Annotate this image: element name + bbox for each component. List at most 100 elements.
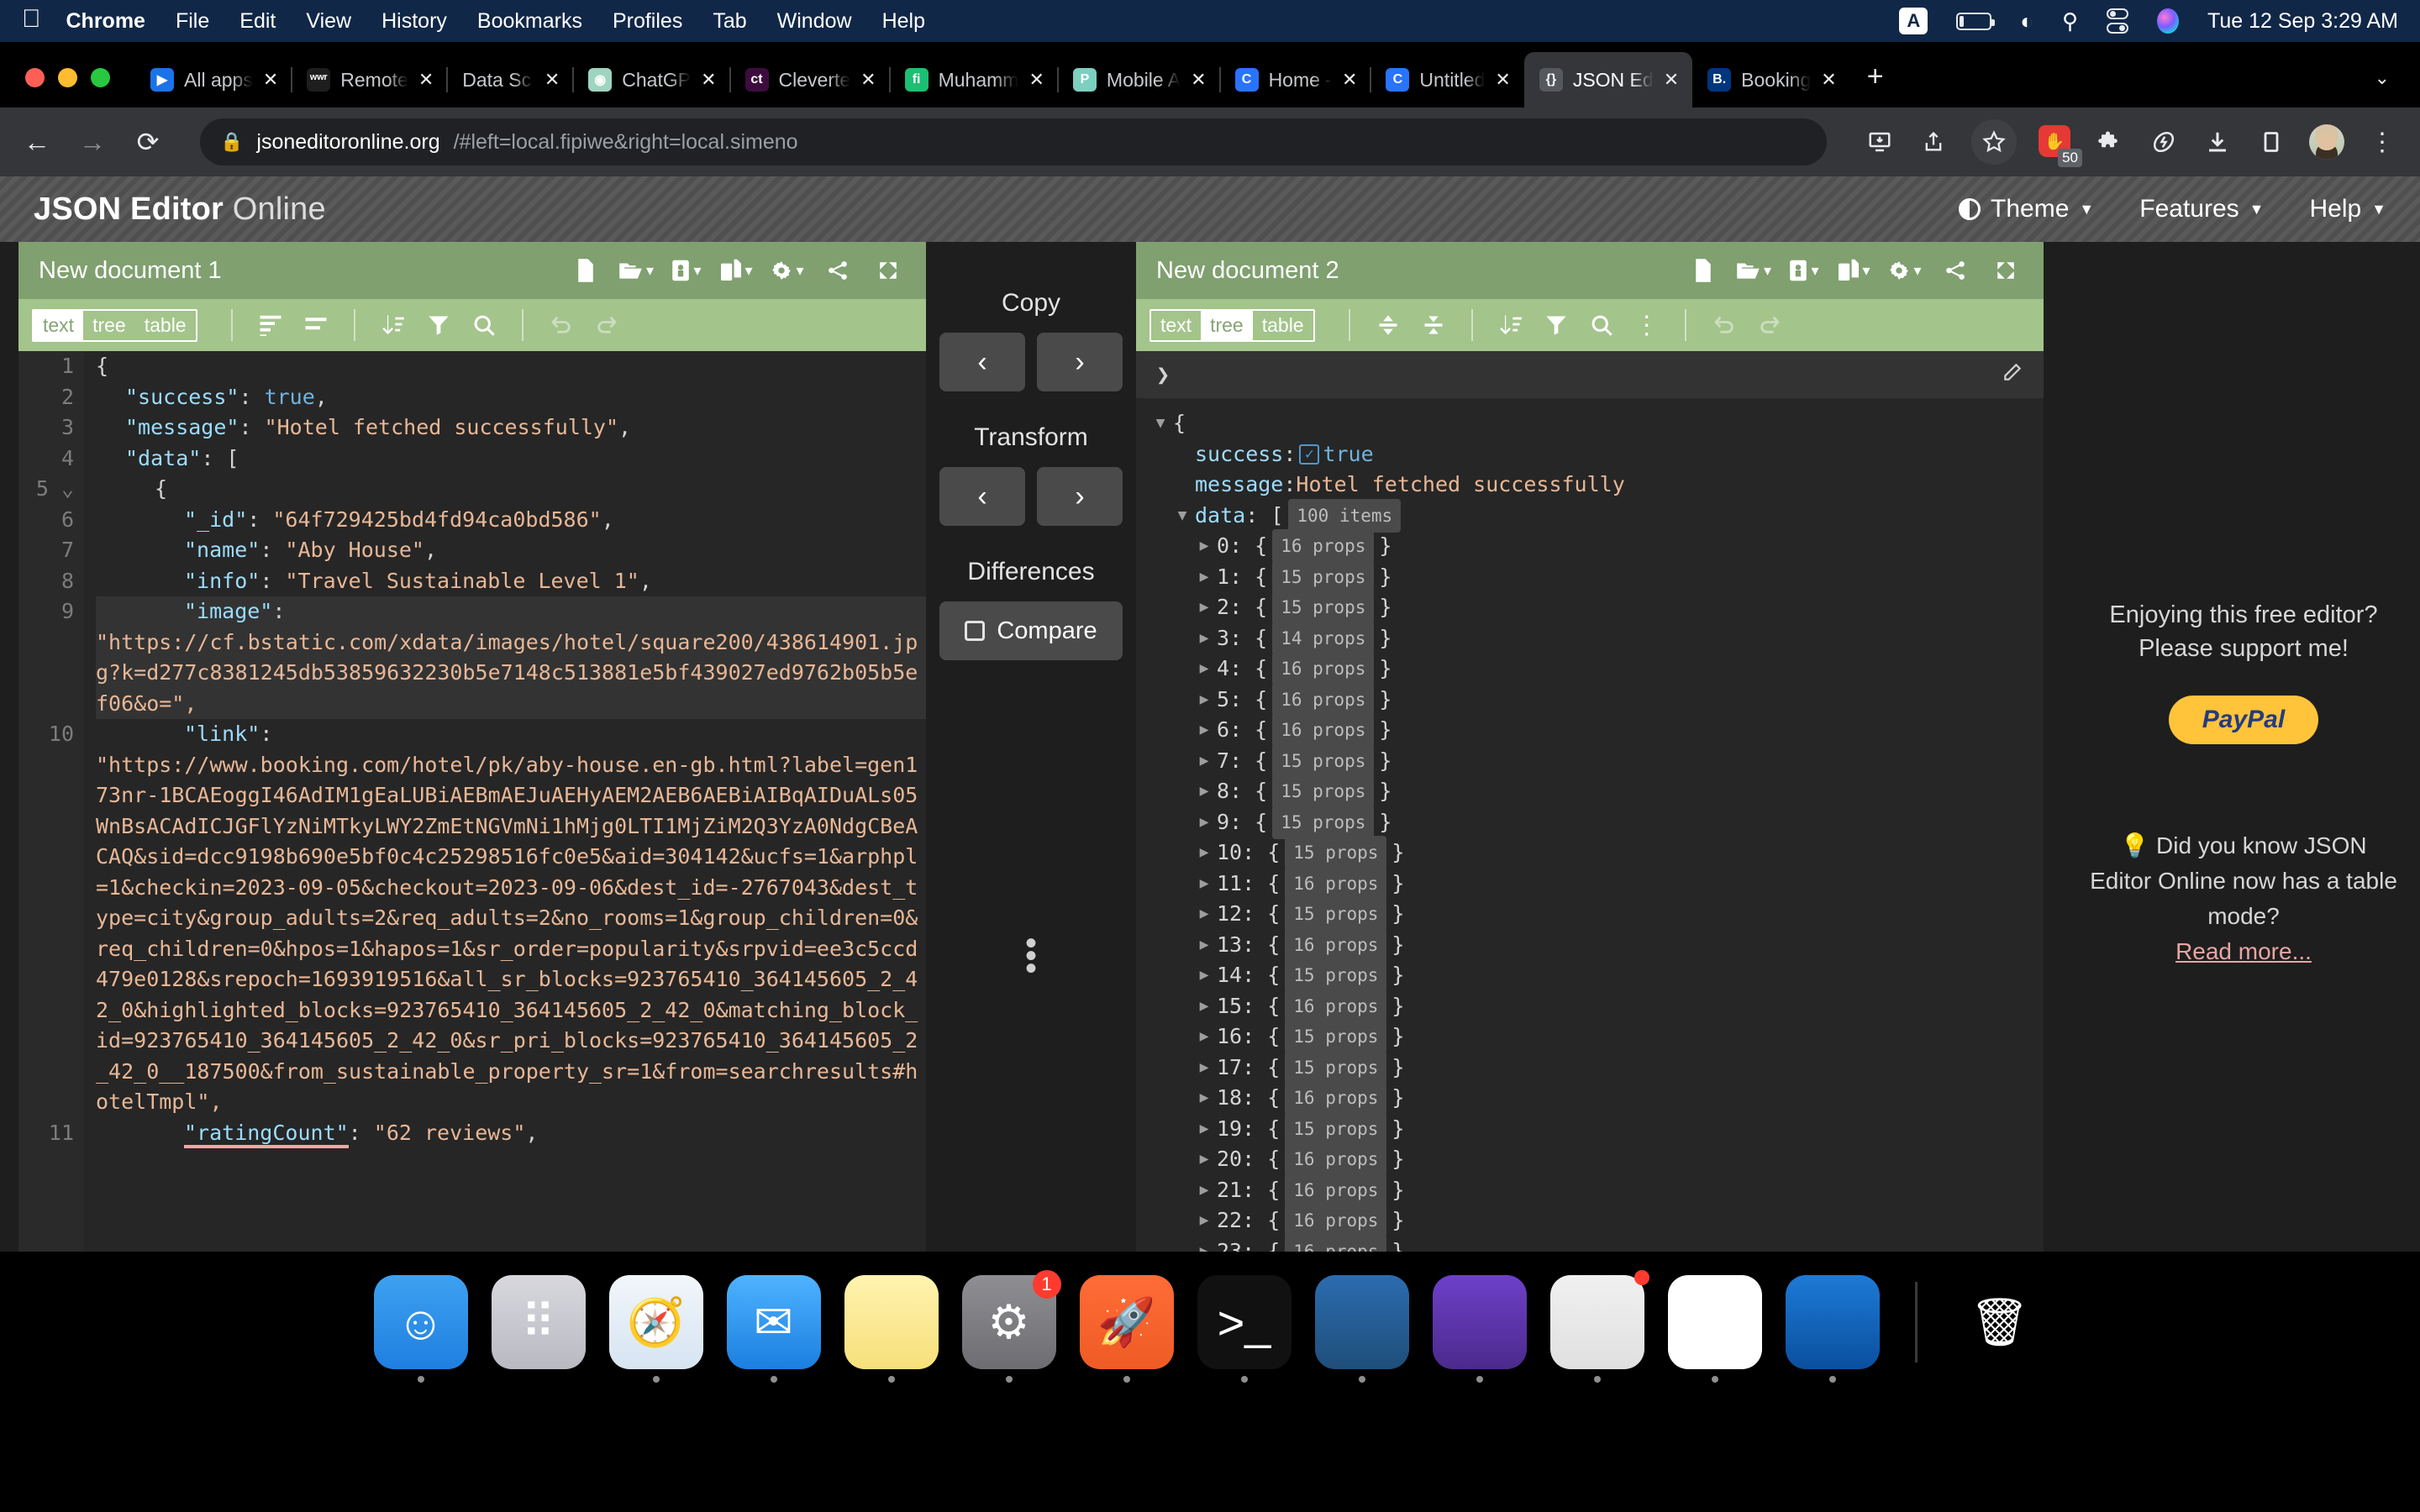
wifi-icon[interactable]: ◐︎ bbox=[2020, 8, 2033, 34]
left-document-title[interactable]: New document 1 bbox=[39, 257, 553, 285]
expand-icon[interactable] bbox=[871, 260, 906, 281]
share-icon[interactable] bbox=[1918, 126, 1949, 158]
expand-icon[interactable] bbox=[1988, 260, 2023, 281]
chevron-right-icon[interactable]: ▶ bbox=[1192, 531, 1217, 562]
open-folder-icon[interactable]: ▾ bbox=[1736, 260, 1771, 281]
tree-row-item[interactable]: ▶ 8 : {15 props} bbox=[1136, 774, 2044, 809]
copy-right-button[interactable]: › bbox=[1037, 333, 1123, 391]
maximize-window-button[interactable] bbox=[91, 68, 110, 87]
dock-item-xcode[interactable] bbox=[1785, 1275, 1880, 1383]
browser-tab[interactable]: P Mobile A ✕ bbox=[1056, 52, 1220, 108]
dock-item-safari[interactable]: 🧭 bbox=[608, 1275, 703, 1383]
forward-button[interactable]: → bbox=[77, 129, 108, 155]
dock-item-launchpad[interactable]: ⠿ bbox=[491, 1275, 586, 1369]
tree-row-item[interactable]: ▶ 9 : {15 props} bbox=[1136, 805, 2044, 839]
tree-row-item[interactable]: ▶ 13 : {16 props} bbox=[1136, 927, 2044, 962]
menu-file[interactable]: File bbox=[176, 9, 209, 34]
edit-icon[interactable] bbox=[2002, 361, 2023, 389]
chevron-right-icon[interactable]: ▶ bbox=[1192, 1205, 1217, 1236]
open-folder-icon[interactable]: ▾ bbox=[618, 260, 654, 281]
json-tree-view[interactable]: ▼{success : ✓ true message : Hotel fetched … bbox=[1136, 398, 2044, 1334]
code-line[interactable]: "ratingCount": "62 reviews", bbox=[96, 1118, 926, 1149]
search-icon[interactable] bbox=[461, 306, 507, 344]
theme-menu[interactable]: Theme ▼ bbox=[1959, 195, 2094, 223]
browser-tab[interactable]: B. Booking ✕ bbox=[1692, 52, 1850, 108]
close-tab-icon[interactable]: ✕ bbox=[1495, 69, 1510, 91]
close-tab-icon[interactable]: ✕ bbox=[1191, 69, 1206, 91]
tab-search-button[interactable]: ⌄ bbox=[2375, 67, 2390, 89]
tree-row-data[interactable]: ▼ data : [100 items bbox=[1136, 498, 2044, 533]
right-document-title[interactable]: New document 2 bbox=[1156, 257, 1670, 285]
tree-row-item[interactable]: ▶ 19 : {15 props} bbox=[1136, 1111, 2044, 1146]
dock-item-vscode[interactable] bbox=[1314, 1275, 1409, 1383]
close-tab-icon[interactable]: ✕ bbox=[1821, 69, 1836, 91]
panel-resize-handle[interactable]: • • • bbox=[1025, 927, 1037, 985]
tree-row-item[interactable]: ▶ 4 : {16 props} bbox=[1136, 652, 2044, 686]
tree-row-item[interactable]: ▶ 20 : {16 props} bbox=[1136, 1142, 2044, 1177]
browser-tab[interactable]: Data Sc ✕ bbox=[446, 52, 573, 108]
tree-row-item[interactable]: ▶ 14 : {15 props} bbox=[1136, 958, 2044, 993]
tree-row-item[interactable]: ▶ 1 : {15 props} bbox=[1136, 559, 2044, 594]
close-tab-icon[interactable]: ✕ bbox=[418, 69, 434, 91]
menu-chrome[interactable]: Chrome bbox=[66, 9, 145, 34]
tree-row-item[interactable]: ▶ 7 : {15 props} bbox=[1136, 743, 2044, 778]
siri-icon[interactable] bbox=[2156, 8, 2179, 34]
dock-item-terminal[interactable]: >_ bbox=[1197, 1275, 1292, 1383]
close-tab-icon[interactable]: ✕ bbox=[1664, 69, 1679, 91]
app-logo[interactable]: JSON Editor Online bbox=[34, 192, 326, 228]
sort-icon[interactable] bbox=[371, 306, 416, 344]
new-document-icon[interactable] bbox=[1686, 258, 1721, 283]
code-line[interactable]: { bbox=[96, 474, 926, 505]
settings-gear-icon[interactable]: ▾ bbox=[1887, 260, 1923, 281]
share-icon[interactable] bbox=[820, 260, 855, 281]
chevron-down-icon[interactable]: ▼ bbox=[1148, 408, 1173, 439]
apple-menu-icon[interactable]:  bbox=[22, 7, 41, 32]
tree-row-item[interactable]: ▶ 3 : {14 props} bbox=[1136, 621, 2044, 655]
code-line[interactable]: "info": "Travel Sustainable Level 1", bbox=[96, 566, 926, 597]
features-menu[interactable]: Features ▼ bbox=[2139, 195, 2264, 223]
format-compact-icon[interactable] bbox=[248, 306, 293, 344]
tree-row-item[interactable]: ▶ 5 : {16 props} bbox=[1136, 682, 2044, 717]
minimize-window-button[interactable] bbox=[58, 68, 77, 87]
dock-item-postman[interactable]: 🚀 bbox=[1079, 1275, 1174, 1383]
filter-icon[interactable] bbox=[1534, 306, 1579, 344]
expand-all-icon[interactable] bbox=[1365, 306, 1411, 344]
tree-row-item[interactable]: ▶ 18 : {16 props} bbox=[1136, 1081, 2044, 1116]
left-mode-text[interactable]: text bbox=[34, 310, 84, 340]
reload-button[interactable]: ⟳ bbox=[133, 129, 163, 155]
close-tab-icon[interactable]: ✕ bbox=[1028, 69, 1044, 91]
chevron-right-icon[interactable]: ▶ bbox=[1192, 592, 1217, 623]
battery-icon[interactable] bbox=[1956, 12, 1996, 30]
menu-bookmarks[interactable]: Bookmarks bbox=[477, 9, 582, 34]
right-mode-table[interactable]: table bbox=[1253, 311, 1313, 340]
menu-edit[interactable]: Edit bbox=[239, 9, 276, 34]
code-line[interactable]: "name": "Aby House", bbox=[96, 535, 926, 566]
undo-icon[interactable] bbox=[539, 306, 584, 344]
left-code-content[interactable]: {"success": true, "message": "Hotel fetch… bbox=[84, 351, 926, 1148]
menu-help[interactable]: Help bbox=[882, 9, 925, 34]
chevron-right-icon[interactable]: ▶ bbox=[1192, 715, 1217, 746]
code-line[interactable]: "success": true, bbox=[96, 382, 926, 413]
copy-icon[interactable]: ▾ bbox=[1837, 259, 1872, 282]
chevron-right-icon[interactable]: ▶ bbox=[1192, 991, 1217, 1022]
menubar-clock[interactable]: Tue 12 Sep 3:29 AM bbox=[2207, 9, 2398, 34]
close-tab-icon[interactable]: ✕ bbox=[860, 69, 876, 91]
tree-row-item[interactable]: ▶ 17 : {15 props} bbox=[1136, 1050, 2044, 1084]
downloads-icon[interactable] bbox=[2202, 126, 2233, 158]
tree-row-message[interactable]: message : Hotel fetched successfully bbox=[1136, 470, 2044, 501]
chevron-right-icon[interactable]: ▶ bbox=[1192, 1114, 1217, 1145]
copy-left-button[interactable]: ‹ bbox=[939, 333, 1025, 391]
transform-left-button[interactable]: ‹ bbox=[939, 467, 1025, 526]
filter-icon[interactable] bbox=[416, 306, 461, 344]
transform-right-button[interactable]: › bbox=[1037, 467, 1123, 526]
compare-button[interactable]: Compare bbox=[939, 601, 1123, 660]
format-indent-icon[interactable] bbox=[293, 306, 339, 344]
dock-item-chrome[interactable] bbox=[1667, 1275, 1762, 1383]
left-mode-tree[interactable]: tree bbox=[83, 311, 135, 340]
menu-window[interactable]: Window bbox=[777, 9, 852, 34]
extensions-icon[interactable] bbox=[2094, 126, 2126, 158]
chevron-right-icon[interactable]: ▶ bbox=[1192, 776, 1217, 807]
code-line[interactable]: "image": bbox=[96, 596, 926, 627]
settings-gear-icon[interactable]: ▾ bbox=[770, 260, 805, 281]
tree-row-item[interactable]: ▶ 22 : {16 props} bbox=[1136, 1204, 2044, 1238]
